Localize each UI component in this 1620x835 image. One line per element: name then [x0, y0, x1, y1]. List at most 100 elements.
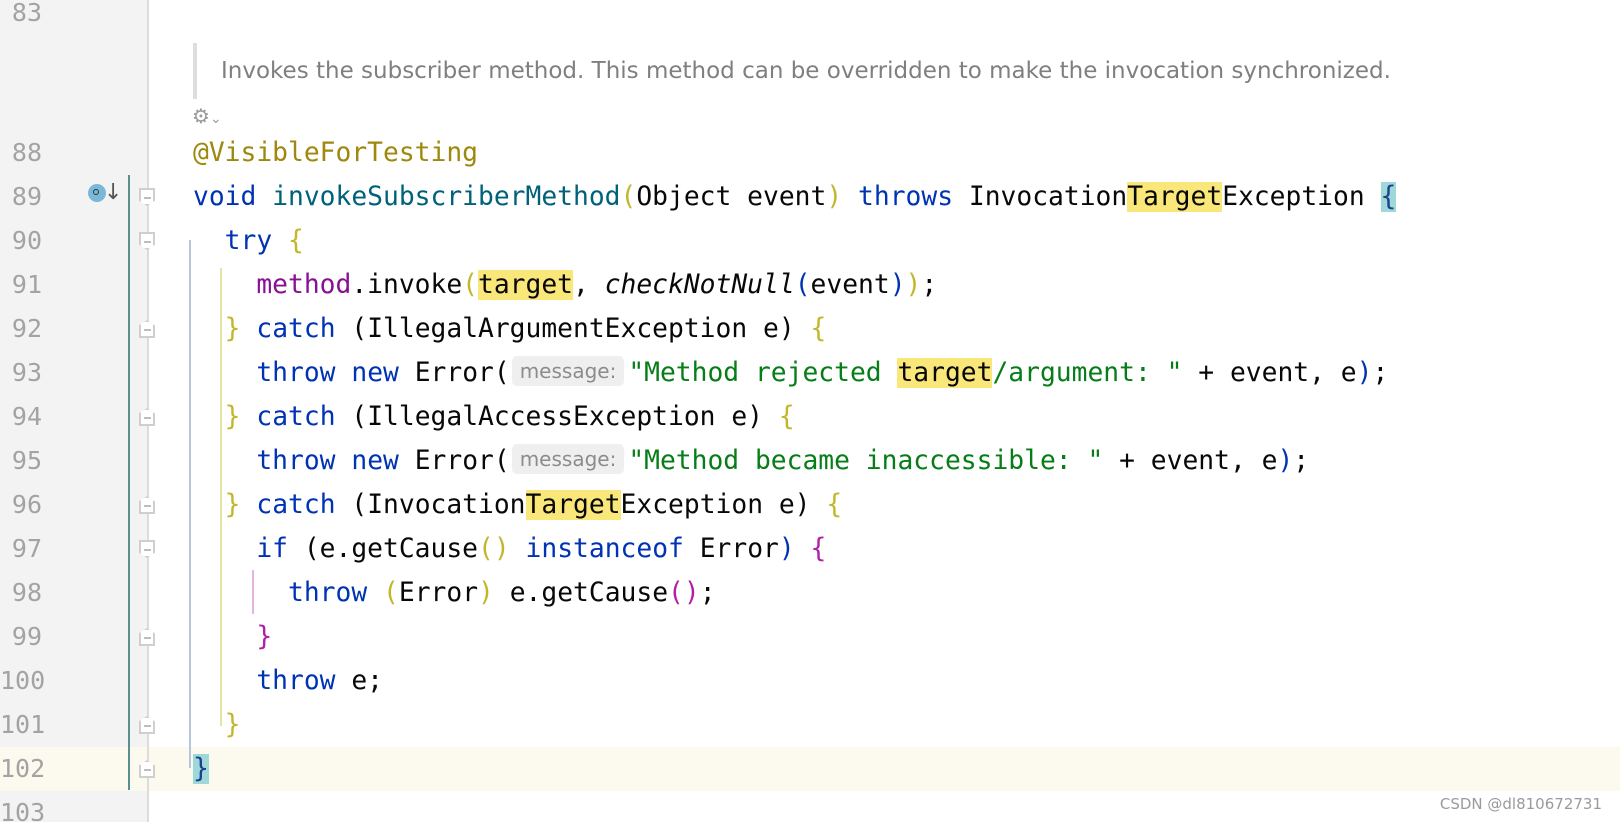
code-token: { [826, 490, 843, 520]
code-token: try [224, 226, 273, 256]
indent-guide [189, 240, 191, 768]
code-token: } [256, 622, 273, 652]
code-token: throw [256, 666, 336, 696]
code-token: ( [383, 578, 399, 608]
code-text[interactable]: throw (Error) e.getCause(); [193, 571, 716, 615]
line-number: 98 [11, 578, 42, 607]
code-token: , [573, 270, 605, 300]
code-line[interactable]: 92 } catch (IllegalArgumentException e) … [0, 307, 1620, 351]
code-text[interactable]: } catch (IllegalArgumentException e) { [193, 307, 827, 351]
code-token: Error( [398, 358, 510, 388]
code-line[interactable]: 83 [0, 0, 1620, 35]
code-text[interactable]: } catch (IllegalAccessException e) { [193, 395, 795, 439]
code-token: } [224, 490, 241, 520]
code-token: () [668, 578, 700, 608]
code-text[interactable]: if (e.getCause() instanceof Error) { [193, 527, 826, 571]
code-token: } [224, 402, 241, 432]
code-text[interactable]: throw new Error(message: "Method rejected… [193, 351, 1388, 396]
code-token: ( [794, 270, 811, 300]
code-token: { [1380, 182, 1397, 212]
code-line[interactable]: 103 [0, 791, 1620, 835]
code-line[interactable]: 95 throw new Error(message: "Method becam… [0, 439, 1620, 483]
code-text[interactable]: try { [193, 219, 304, 263]
code-token: checkNotNull [604, 270, 795, 300]
code-line[interactable]: 94 } catch (IllegalAccessException e) { [0, 395, 1620, 439]
line-number: 88 [11, 138, 42, 167]
indent-guide [252, 570, 254, 614]
code-line[interactable]: 88 @VisibleForTesting [0, 131, 1620, 175]
code-line[interactable]: 99 } [0, 615, 1620, 659]
code-line[interactable]: 93 throw new Error(message: "Method rejec… [0, 351, 1620, 395]
code-line[interactable]: 98 throw (Error) e.getCause(); [0, 571, 1620, 615]
code-token: ) [1356, 358, 1373, 388]
code-token: if [256, 534, 289, 564]
code-line[interactable]: 96 } catch (InvocationTargetException e)… [0, 483, 1620, 527]
code-token: catch [256, 402, 336, 432]
code-token: (IllegalAccessException e) [335, 402, 779, 432]
code-line[interactable]: 91 method.invoke(target, checkNotNull(ev… [0, 263, 1620, 307]
code-line[interactable]: 102} [0, 747, 1620, 791]
code-token: { [778, 402, 795, 432]
code-line[interactable]: 90 try { [0, 219, 1620, 263]
code-text[interactable]: } [193, 747, 209, 791]
code-token: Error( [398, 446, 510, 476]
code-text[interactable]: method.invoke(target, checkNotNull(event… [193, 263, 937, 307]
code-token: + event, e [1182, 358, 1357, 388]
line-number: 90 [11, 226, 42, 255]
code-token: ( [462, 270, 479, 300]
code-token: throw [256, 358, 336, 388]
code-token: Exception e) [620, 490, 827, 520]
line-number: 96 [11, 490, 42, 519]
code-token: e; [335, 666, 384, 696]
line-number: 102 [0, 754, 46, 783]
code-token: (IllegalArgumentException e) [335, 314, 811, 344]
code-token: throws [858, 182, 954, 212]
code-token: } [224, 314, 241, 344]
code-text[interactable]: } [193, 703, 241, 747]
line-number: 100 [0, 666, 46, 695]
code-text[interactable]: void invokeSubscriberMethod(Object event… [193, 175, 1397, 219]
code-text[interactable]: } catch (InvocationTargetException e) { [193, 483, 842, 527]
code-line[interactable]: 97 if (e.getCause() instanceof Error) { [0, 527, 1620, 571]
code-token: Invocation [953, 182, 1128, 212]
line-number: 93 [11, 358, 42, 387]
code-text[interactable]: throw new Error(message: "Method became i… [193, 439, 1309, 484]
code-line[interactable]: 100 throw e; [0, 659, 1620, 703]
parameter-hint: message: [511, 356, 625, 386]
vcs-change-marker[interactable] [128, 175, 130, 790]
code-token: catch [256, 314, 336, 344]
parameter-hint: message: [511, 444, 625, 474]
code-text[interactable]: } [193, 615, 272, 659]
code-token: Error [683, 534, 779, 564]
code-token: ( [620, 182, 637, 212]
watermark: CSDN @dl810672731 [1439, 795, 1602, 813]
chevron-down-icon[interactable]: ⌄ [210, 111, 222, 127]
code-token: instanceof [525, 534, 684, 564]
code-token: Exception [1222, 182, 1381, 212]
code-token: (e.getCause [288, 534, 479, 564]
line-number: 91 [11, 270, 42, 299]
code-line[interactable]: 101 } [0, 703, 1620, 747]
line-number: 97 [11, 534, 42, 563]
code-line[interactable]: 89 void invokeSubscriberMethod(Object eve… [0, 175, 1620, 219]
code-token: /argument: " [992, 358, 1183, 388]
code-token: ) [905, 270, 922, 300]
code-token: .invoke [351, 270, 463, 300]
code-token: e.getCause [493, 578, 669, 608]
down-arrow-icon[interactable]: ↓ [104, 180, 122, 205]
code-token: Error [398, 578, 479, 608]
code-token: } [193, 754, 209, 784]
code-token: () [478, 534, 510, 564]
code-token: throw [256, 446, 336, 476]
render-doc-toggle-icon[interactable]: ⚙⌄ [192, 104, 222, 128]
code-token: "Method became inaccessible: " [628, 446, 1104, 476]
code-token: method [256, 270, 352, 300]
code-token: "Method rejected [628, 358, 898, 388]
code-token: + event, e [1103, 446, 1278, 476]
code-text[interactable]: @VisibleForTesting [193, 131, 478, 175]
code-token: ; [1293, 446, 1310, 476]
